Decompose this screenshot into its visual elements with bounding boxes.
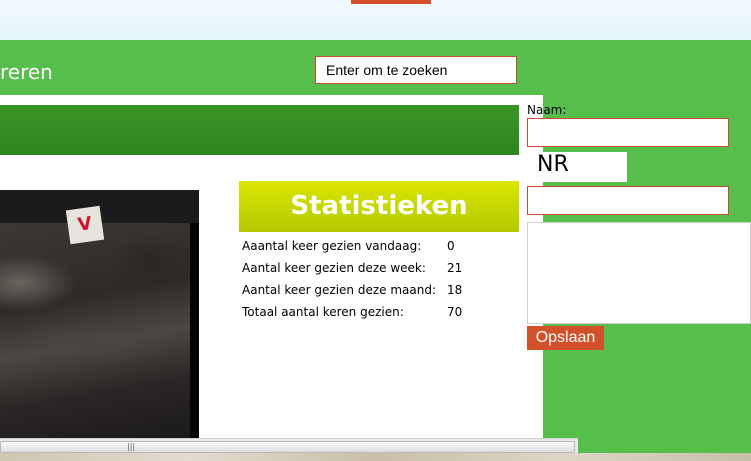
stat-label: Aantal keer gezien deze maand: bbox=[242, 283, 437, 297]
bottom-texture bbox=[0, 453, 751, 461]
stat-value: 21 bbox=[447, 261, 463, 275]
stat-value: 0 bbox=[447, 239, 455, 253]
v-logo-icon: V bbox=[65, 205, 105, 245]
comment-textarea[interactable] bbox=[527, 222, 751, 324]
captcha-input[interactable] bbox=[527, 186, 729, 215]
stat-label: Totaal aantal keren gezien: bbox=[242, 305, 404, 319]
top-button[interactable] bbox=[351, 0, 431, 4]
stat-label: Aantal keer gezien deze week: bbox=[242, 261, 426, 275]
nav-bar bbox=[0, 105, 519, 155]
save-button[interactable]: Opslaan bbox=[527, 326, 604, 350]
stat-value: 18 bbox=[447, 283, 463, 297]
stats-heading: Statistieken bbox=[239, 181, 519, 232]
stat-label: Aaantal keer gezien vandaag: bbox=[242, 239, 422, 253]
name-input[interactable] bbox=[527, 118, 729, 147]
scrollbar-thumb[interactable]: ||| bbox=[0, 441, 575, 453]
video-frame bbox=[0, 223, 190, 439]
scrollbar-grip-icon: ||| bbox=[127, 442, 136, 451]
stat-value: 70 bbox=[447, 305, 463, 319]
sidebar-bottom bbox=[578, 440, 751, 453]
captcha-image: NR bbox=[527, 152, 627, 182]
name-label: Naam: bbox=[527, 103, 567, 117]
page-title: reren bbox=[0, 60, 53, 84]
search-input[interactable]: Enter om te zoeken bbox=[315, 56, 517, 84]
top-band bbox=[0, 0, 751, 40]
